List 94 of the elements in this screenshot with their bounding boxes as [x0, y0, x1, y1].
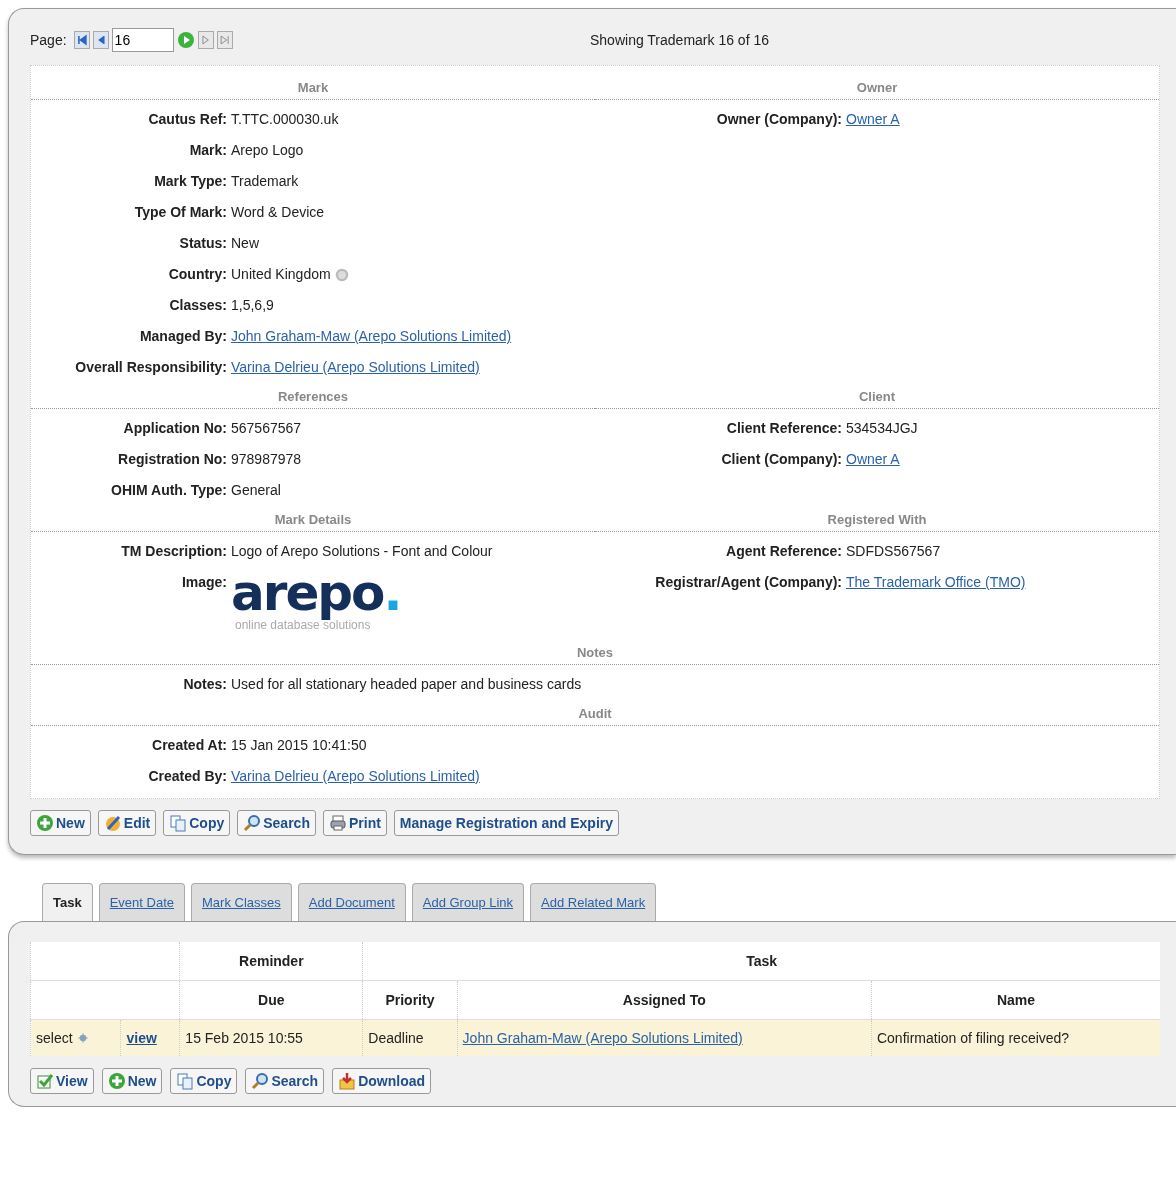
field-label: Owner (Company):: [715, 110, 842, 129]
skip-forward-icon: [217, 33, 232, 47]
field-value: 534534JGJ: [846, 419, 918, 438]
field-link[interactable]: Varina Delrieu (Arepo Solutions Limited): [231, 761, 480, 792]
plus-icon: [36, 814, 54, 832]
column-header: Name: [871, 980, 1160, 1020]
field-label: Created At:: [151, 736, 227, 755]
field-label: Mark Type:: [153, 172, 227, 191]
column-header: Assigned To: [457, 980, 872, 1020]
record-count: Showing Trademark 16 of 16: [590, 32, 769, 48]
field-value: General: [231, 481, 281, 500]
section-heading: Mark: [31, 74, 595, 100]
field-label: Country:: [167, 265, 227, 284]
field-label: Cautus Ref:: [147, 110, 227, 129]
group-header: Task: [362, 942, 1160, 981]
printer-icon: [328, 814, 347, 832]
field-label: Registration No:: [117, 450, 227, 469]
plus-icon: [107, 1072, 126, 1090]
column-header: Due: [179, 980, 363, 1020]
field-link[interactable]: Varina Delrieu (Arepo Solutions Limited): [231, 352, 480, 383]
field-label: Client Reference:: [725, 419, 842, 438]
tab[interactable]: Event Date: [98, 883, 185, 921]
field-value: Arepo Logo: [231, 141, 304, 160]
toolbar-button[interactable]: Copy: [163, 810, 231, 836]
field-value: 978987978: [231, 450, 302, 469]
field-label: Created By:: [147, 767, 227, 786]
tab[interactable]: Task: [42, 883, 93, 921]
field-label: Overall Responsibility:: [74, 358, 227, 377]
toolbar-button[interactable]: New: [30, 810, 91, 836]
field-value: United Kingdom: [231, 265, 331, 284]
select-label: select: [36, 1030, 73, 1046]
field-label: Client (Company):: [720, 450, 842, 469]
table-cell: Deadline: [362, 1019, 458, 1056]
field-label: Type Of Mark:: [133, 203, 227, 222]
page-field[interactable]: 16: [111, 28, 174, 52]
section-heading: Registered With: [595, 506, 1159, 532]
toolbar-button[interactable]: Download: [332, 1068, 432, 1094]
field-value: 1,5,6,9: [231, 296, 274, 315]
field-label: Status:: [178, 234, 227, 253]
field-value: SDFDS567567: [846, 542, 941, 561]
field-value: 567567567: [231, 419, 302, 438]
field-value: T.TTC.000030.uk: [231, 110, 339, 129]
toolbar-button[interactable]: Edit: [97, 810, 157, 836]
field-label: Agent Reference:: [725, 542, 842, 561]
action-button[interactable]: Manage Registration and Expiry: [393, 810, 619, 836]
field-label: Notes:: [182, 675, 227, 694]
first-page-button[interactable]: [73, 31, 90, 49]
tab[interactable]: Mark Classes: [191, 883, 292, 921]
field-link[interactable]: Owner A: [846, 444, 900, 475]
section-heading: Owner: [595, 74, 1159, 100]
checkmark-icon: [36, 1072, 54, 1090]
section-heading: Audit: [31, 700, 1159, 726]
toolbar-button[interactable]: Print: [322, 810, 387, 836]
field-label: Classes:: [168, 296, 227, 315]
field-value: Trademark: [231, 172, 299, 191]
field-label: Registrar/Agent (Company):: [654, 573, 842, 592]
download-icon: [338, 1072, 357, 1090]
field-label: Mark:: [188, 141, 227, 160]
field-value: New: [231, 234, 259, 253]
section-heading: Client: [595, 383, 1159, 409]
column-header: Priority: [362, 980, 458, 1020]
section-heading: Notes: [31, 639, 1159, 665]
field-value: Used for all stationary headed paper and business cards: [231, 675, 582, 694]
field-label: OHIM Auth. Type:: [110, 481, 227, 500]
tab[interactable]: Add Group Link: [411, 883, 525, 921]
tab[interactable]: Add Document: [297, 883, 406, 921]
search-icon: [251, 1072, 270, 1090]
field-label: Application No:: [122, 419, 227, 438]
field-value: 15 Jan 2015 10:41:50: [231, 736, 367, 755]
toolbar-button[interactable]: Search: [237, 810, 316, 836]
toolbar-button[interactable]: View: [30, 1068, 94, 1094]
search-icon: [243, 814, 262, 832]
toolbar-button[interactable]: Search: [245, 1068, 325, 1094]
field-label: Image:: [180, 573, 227, 592]
field-link[interactable]: The Trademark Office (TMO): [846, 567, 1026, 598]
field-value: Logo of Arepo Solutions - Font and Colour: [231, 542, 493, 561]
page-label: Page:: [30, 32, 67, 48]
section-heading: References: [31, 383, 595, 409]
field-label: Managed By:: [138, 327, 227, 346]
group-header: Reminder: [179, 942, 363, 981]
copy-icon: [176, 1072, 195, 1090]
field-value: Word & Device: [231, 203, 325, 222]
tab[interactable]: Add Related Mark: [530, 883, 657, 921]
copy-icon: [169, 814, 188, 832]
table-cell: Confirmation of filing received?: [871, 1019, 1160, 1056]
previous-page-button[interactable]: [92, 31, 109, 49]
table-cell: 15 Feb 2015 10:55: [179, 1019, 363, 1056]
field-link[interactable]: John Graham-Maw (Arepo Solutions Limited): [231, 321, 512, 352]
field-label: TM Description:: [120, 542, 227, 561]
go-button[interactable]: [176, 31, 195, 49]
section-heading: Mark Details: [31, 506, 595, 532]
toolbar-button[interactable]: New: [101, 1068, 163, 1094]
toolbar-button[interactable]: Copy: [170, 1068, 238, 1094]
field-link[interactable]: Owner A: [846, 104, 900, 135]
